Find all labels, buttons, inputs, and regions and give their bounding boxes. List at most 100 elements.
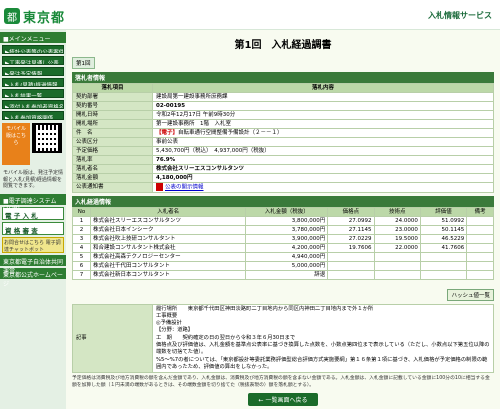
column-header: 入札者名 [89, 206, 247, 217]
sidebar-link-official-site[interactable]: 東京都公式ホームページ [0, 267, 66, 288]
table-cell: 株式会社吹上技研コンサルタント [89, 233, 247, 244]
table-row: 契約部署 建設局第一建設事務所庶務課 [72, 92, 494, 102]
tokyo-logo-icon: 都 [4, 8, 20, 24]
table-row: 開札日時 令和2年12月17日 午前9時30分 [72, 110, 494, 120]
table-row: 5 株式会社高森テクノロジーセンター 4,940,000円 [72, 251, 494, 262]
row-value: 4,180,000円 [152, 173, 494, 183]
column-header: 価格点 [327, 206, 375, 217]
sidebar-link-joint-operation[interactable]: 東京都電子自治体共同運営 [0, 254, 66, 275]
qr-code-icon [32, 123, 62, 153]
column-header: 落札内容 [152, 83, 494, 93]
table-cell [466, 233, 494, 244]
hash-list-button[interactable]: ハッシュ値一覧 [447, 288, 494, 301]
row-label: 開札日時 [72, 110, 153, 120]
table-cell: 41.7606 [419, 242, 468, 253]
sidebar-item-qualified-list[interactable]: ▶添付入札参加者資格名簿 [2, 100, 64, 109]
row-value: 事前公表 [152, 137, 494, 147]
remarks-line: 履行場所 東京都千代田区神田淡路町二丁目地内から同区内神田二丁目地内まで外１か所 [156, 305, 374, 312]
table-header-row: 落札項目 落札内容 [72, 83, 494, 93]
table-cell: 27.0229 [327, 233, 375, 244]
sidebar-item-public-notice[interactable]: ▶統計公表等の公表案件公告 [2, 45, 64, 54]
bid-table-body: 1 株式会社スリーエスコンサルタンツ 3,800,000円 27.0992 24.000… [72, 215, 494, 280]
table-row: 4 和合建設コンサルタント株式会社 4,200,000円 19.7606 22.0000… [72, 242, 494, 253]
table-cell [327, 260, 375, 271]
table-cell: 5,000,000円 [245, 260, 329, 271]
mobile-label[interactable]: モバイル版はこちら [2, 123, 30, 165]
row-value-text: 自転車通行空間整備予備設計（２－－１） [178, 130, 283, 136]
table-cell: 50.1145 [419, 224, 468, 235]
qualification-review-button[interactable]: 資 格 審 査 [2, 221, 64, 235]
main-content: 第1回 入札経過調書 第1回 落札者情報 落札項目 落札内容 契約部署 建設局第一… [66, 30, 500, 409]
table-cell [419, 269, 468, 280]
sidebar-item-bid-results[interactable]: ▶入札結果一覧 [2, 89, 64, 98]
public-notice-link[interactable]: 公表の開示情報 [165, 185, 204, 191]
table-cell: 株式会社千代田コンサルタント [89, 260, 247, 271]
footer-note: 予定価格は消費税及び地方消費税の額を含んだ金額であり、入札金額は、消費税及び地方… [72, 376, 490, 388]
table-row: 2 株式会社日本インシーク 3,780,000円 27.1145 23.0000 50.1… [72, 224, 494, 235]
table-cell [466, 260, 494, 271]
table-cell: 19.7606 [327, 242, 375, 253]
row-value-text: 建設局第一建設事務所庶務課 [156, 94, 228, 100]
page-title: 第1回 入札経過調書 [234, 40, 332, 51]
row-value-text: 令和2年12月17日 午前9時30分 [156, 112, 236, 118]
sidebar-item-order-outlook[interactable]: ▶工事発注見通し公表 [2, 56, 64, 65]
mobile-banner[interactable]: モバイル版はこちら [2, 123, 64, 165]
row-label: 契約部署 [72, 92, 153, 102]
winner-table: 落札項目 落札内容 契約部署 建設局第一建設事務所庶務課 契約番号 02-00195 開… [72, 83, 494, 193]
bid-table: No 入札者名 入札金額（税抜） 価格点 技術点 評価値 備考 1 株式会社スリーエスコンサル… [72, 206, 494, 280]
table-cell [327, 251, 375, 262]
row-label: 落札者名 [72, 164, 153, 174]
table-cell [373, 269, 421, 280]
mobile-note: モバイル版は、発注予定情報と入札(見積)経過情報を閲覧できます。 [3, 170, 64, 189]
table-cell [373, 251, 421, 262]
remarks-line: ◎予備設計 [156, 320, 182, 327]
sidebar-item-bid-progress[interactable]: ▶入札(見積)経過情報 [2, 78, 64, 87]
logo-text: 東京都 [23, 10, 66, 26]
back-to-list-button[interactable]: ← 一覧画面へ戻る [248, 392, 318, 406]
table-cell: 4 [72, 242, 91, 253]
table-cell: 株式会社日本インシーク [89, 224, 247, 235]
winner-table-body: 契約部署 建設局第一建設事務所庶務課 契約番号 02-00195 開札日時 令和2年12月… [72, 92, 494, 193]
table-row: 開札場所 第一建設事務所 1階 入札室 [72, 119, 494, 129]
chatbot-banner[interactable]: お問合せはこちら 電子調達チャットボット [2, 236, 64, 253]
sidebar-item-order-plan[interactable]: ▶発注予定情報 [2, 67, 64, 76]
table-cell: 和合建設コンサルタント株式会社 [89, 242, 247, 253]
row-value: 株式会社スリーエスコンサルタンツ [152, 164, 494, 174]
table-cell: 3 [72, 233, 91, 244]
column-header: 落札項目 [72, 83, 153, 93]
remarks-line: 価格点及び評価値は、入札金額を基準点公表率に基づき換算した点数を、小数点第四位ま… [156, 341, 490, 356]
row-label: 落札金額 [72, 173, 153, 183]
sidebar-item-qualification[interactable]: ▶入札参加資格関係 [2, 111, 64, 120]
row-value: 第一建設事務所 1階 入札室 [152, 119, 494, 129]
row-value: 76.9% [152, 155, 494, 165]
table-header-row: No 入札者名 入札金額（税抜） 価格点 技術点 評価値 備考 [72, 206, 494, 217]
table-cell: 3,800,000円 [245, 215, 329, 226]
table-cell: 3,780,000円 [245, 224, 329, 235]
remarks-label: 記事 [72, 303, 153, 374]
table-cell: 51.0992 [419, 215, 468, 226]
table-row: 件 名【電子】自転車通行空間整備予備設計（２－－１） [72, 128, 494, 138]
row-label: 契約番号 [72, 101, 153, 111]
row-value-text: 76.9% [156, 157, 176, 163]
row-value-text: 5,430,700円（税込） 4,937,000円（税抜） [156, 148, 270, 154]
table-cell: 6 [72, 260, 91, 271]
sidebar-heading-system[interactable]: ■電子調達システム(TOP) [0, 193, 66, 212]
row-label: 公表通知書 [72, 182, 153, 193]
row-value: 【電子】自転車通行空間整備予備設計（２－－１） [152, 128, 494, 138]
winner-section-header: 落札者情報 [72, 72, 494, 83]
table-cell [466, 242, 494, 253]
row-label: 予定価格 [72, 146, 153, 156]
row-value: 5,430,700円（税込） 4,937,000円（税抜） [152, 146, 494, 156]
row-label: 落札率 [72, 155, 153, 165]
table-cell: 5 [72, 251, 91, 262]
table-row: 落札金額 4,180,000円 [72, 173, 494, 183]
row-label: 公表区分 [72, 137, 153, 147]
table-cell: 辞退 [245, 269, 329, 280]
subject-prefix: 【電子】 [156, 130, 179, 136]
logo[interactable]: 都 東京都 [4, 6, 65, 26]
table-cell [466, 251, 494, 262]
column-header: No [72, 206, 91, 217]
table-cell: 4,940,000円 [245, 251, 329, 262]
row-label: 開札場所 [72, 119, 153, 129]
table-cell: 23.0000 [373, 224, 421, 235]
